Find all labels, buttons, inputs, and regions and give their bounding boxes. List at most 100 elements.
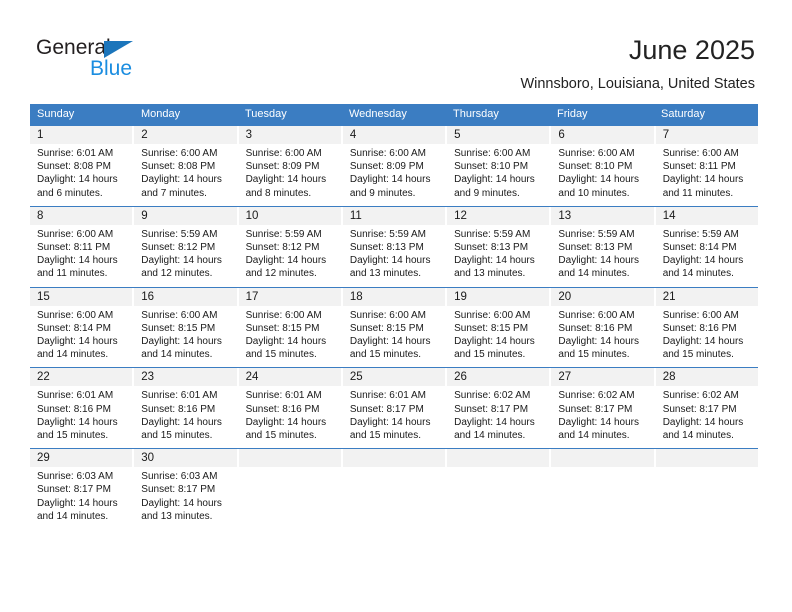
- daylight-text-line1: Daylight: 14 hours: [454, 416, 535, 428]
- calendar-day-cell[interactable]: 24 Sunrise: 6:01 AM Sunset: 8:16 PM Dayl…: [239, 368, 343, 449]
- day-number: 2: [141, 129, 148, 141]
- day-header-saturday: Saturday: [661, 108, 706, 120]
- daylight-text-line2: and 15 minutes.: [141, 430, 213, 442]
- calendar-day-cell[interactable]: 12 Sunrise: 5:59 AM Sunset: 8:13 PM Dayl…: [447, 206, 552, 287]
- calendar-day-cell[interactable]: 28 Sunrise: 6:02 AM Sunset: 8:17 PM Dayl…: [656, 368, 758, 448]
- sunset-text: Sunset: 8:09 PM: [245, 161, 320, 173]
- calendar-day-cell[interactable]: 23 Sunrise: 6:01 AM Sunset: 8:16 PM Dayl…: [134, 368, 239, 449]
- calendar-day-cell[interactable]: 17 Sunrise: 6:00 AM Sunset: 8:15 PM Dayl…: [239, 287, 343, 368]
- sunrise-text: Sunrise: 6:01 AM: [349, 390, 426, 402]
- calendar-day-cell[interactable]: 20 Sunrise: 6:00 AM Sunset: 8:16 PM Dayl…: [551, 287, 656, 368]
- daylight-text-line2: and 10 minutes.: [558, 187, 630, 199]
- day-number: 14: [662, 209, 676, 222]
- sunrise-text: Sunrise: 6:00 AM: [141, 148, 218, 159]
- calendar-day-cell[interactable]: 6 Sunrise: 6:00 AM Sunset: 8:10 PM Dayli…: [551, 126, 656, 206]
- sunset-text: Sunset: 8:12 PM: [245, 242, 320, 254]
- sunset-text: Sunset: 8:15 PM: [454, 322, 529, 334]
- daylight-text-line1: Daylight: 14 hours: [141, 255, 222, 267]
- day-info: Sunrise: 6:00 AM Sunset: 8:11 PM Dayligh…: [30, 225, 132, 287]
- sunrise-text: Sunrise: 6:00 AM: [37, 228, 114, 240]
- day-number: 25: [349, 371, 363, 384]
- calendar-day-cell[interactable]: 1 Sunrise: 6:01 AM Sunset: 8:08 PM Dayli…: [30, 126, 135, 206]
- daylight-text-line1: Daylight: 14 hours: [245, 174, 327, 186]
- day-header-friday: Friday: [557, 108, 588, 120]
- calendar-day-cell[interactable]: 11 Sunrise: 5:59 AM Sunset: 8:13 PM Dayl…: [343, 206, 448, 287]
- daylight-text-line2: and 15 minutes.: [558, 349, 630, 361]
- sunset-text: Sunset: 8:14 PM: [37, 322, 111, 334]
- daylight-text-line2: and 11 minutes.: [37, 268, 108, 280]
- daylight-text-line2: and 7 minutes.: [141, 187, 207, 199]
- day-number: 21: [662, 290, 676, 303]
- daylight-text-line1: Daylight: 14 hours: [245, 416, 327, 428]
- day-info: Sunrise: 6:00 AM Sunset: 8:11 PM Dayligh…: [656, 144, 758, 206]
- calendar-day-cell[interactable]: 15 Sunrise: 6:00 AM Sunset: 8:14 PM Dayl…: [30, 287, 135, 368]
- daylight-text-line2: and 15 minutes.: [454, 349, 526, 361]
- daylight-text-line1: Daylight: 14 hours: [37, 174, 118, 186]
- calendar-week-row: 8 Sunrise: 6:00 AM Sunset: 8:11 PM Dayli…: [30, 205, 758, 287]
- calendar-day-cell[interactable]: 18 Sunrise: 6:00 AM Sunset: 8:15 PM Dayl…: [343, 287, 448, 368]
- daylight-text-line2: and 15 minutes.: [37, 430, 109, 442]
- day-header-thursday: Thursday: [453, 108, 499, 120]
- sunrise-text: Sunrise: 6:00 AM: [141, 309, 218, 321]
- day-number: 13: [558, 209, 572, 222]
- sunset-text: Sunset: 8:17 PM: [141, 484, 216, 496]
- sunset-text: Sunset: 8:16 PM: [662, 322, 737, 334]
- daylight-text-line1: Daylight: 14 hours: [662, 336, 744, 348]
- day-info: Sunrise: 6:00 AM Sunset: 8:14 PM Dayligh…: [30, 306, 132, 368]
- calendar-day-cell[interactable]: 9 Sunrise: 5:59 AM Sunset: 8:12 PM Dayli…: [134, 206, 239, 287]
- day-number: 3: [245, 129, 252, 141]
- daylight-text-line2: and 12 minutes.: [141, 268, 213, 280]
- sunset-text: Sunset: 8:12 PM: [141, 242, 216, 254]
- day-info: Sunrise: 6:01 AM Sunset: 8:17 PM Dayligh…: [343, 386, 445, 448]
- sunrise-text: Sunrise: 6:02 AM: [662, 390, 739, 402]
- day-header-monday: Monday: [141, 108, 181, 120]
- calendar-day-cell[interactable]: 16 Sunrise: 6:00 AM Sunset: 8:15 PM Dayl…: [134, 287, 239, 368]
- daylight-text-line1: Daylight: 14 hours: [349, 255, 431, 267]
- calendar-day-cell[interactable]: 14 Sunrise: 5:59 AM Sunset: 8:14 PM Dayl…: [656, 207, 758, 287]
- general-blue-logo[interactable]: General Blue: [36, 36, 216, 86]
- day-info: Sunrise: 6:00 AM Sunset: 8:16 PM Dayligh…: [551, 306, 653, 368]
- day-header-wednesday: Wednesday: [349, 108, 407, 120]
- sunrise-text: Sunrise: 6:02 AM: [558, 390, 635, 402]
- calendar-week-row: 1 Sunrise: 6:01 AM Sunset: 8:08 PM Dayli…: [30, 125, 758, 206]
- day-info: Sunrise: 6:03 AM Sunset: 8:17 PM Dayligh…: [134, 467, 236, 529]
- calendar-day-cell[interactable]: 2 Sunrise: 6:00 AM Sunset: 8:08 PM Dayli…: [134, 126, 239, 206]
- sunset-text: Sunset: 8:17 PM: [558, 403, 633, 415]
- daylight-text-line1: Daylight: 14 hours: [37, 497, 118, 509]
- calendar-day-cell[interactable]: 4 Sunrise: 6:00 AM Sunset: 8:09 PM Dayli…: [343, 126, 448, 206]
- calendar-day-cell[interactable]: 25 Sunrise: 6:01 AM Sunset: 8:17 PM Dayl…: [343, 368, 448, 449]
- sunrise-text: Sunrise: 6:00 AM: [454, 148, 531, 159]
- daylight-text-line2: and 15 minutes.: [349, 430, 422, 442]
- calendar-day-cell[interactable]: 29 Sunrise: 6:03 AM Sunset: 8:17 PM Dayl…: [30, 449, 135, 530]
- calendar-day-cell[interactable]: 3 Sunrise: 6:00 AM Sunset: 8:09 PM Dayli…: [239, 126, 343, 206]
- page-header: General Blue June 2025 Winnsboro, Louisi…: [0, 0, 792, 100]
- day-number: 12: [454, 209, 467, 222]
- day-info: Sunrise: 6:01 AM Sunset: 8:16 PM Dayligh…: [30, 386, 132, 448]
- calendar-day-cell[interactable]: 26 Sunrise: 6:02 AM Sunset: 8:17 PM Dayl…: [447, 368, 552, 449]
- calendar-day-cell[interactable]: 8 Sunrise: 6:00 AM Sunset: 8:11 PM Dayli…: [30, 206, 135, 287]
- day-number: 9: [141, 209, 148, 222]
- calendar-day-cell[interactable]: 19 Sunrise: 6:00 AM Sunset: 8:15 PM Dayl…: [447, 287, 552, 368]
- sunrise-text: Sunrise: 6:01 AM: [245, 390, 322, 402]
- calendar-day-cell[interactable]: 27 Sunrise: 6:02 AM Sunset: 8:17 PM Dayl…: [551, 368, 656, 449]
- calendar-day-cell[interactable]: 7 Sunrise: 6:00 AM Sunset: 8:11 PM Dayli…: [656, 126, 758, 206]
- daylight-text-line1: Daylight: 14 hours: [349, 174, 431, 186]
- calendar-day-cell[interactable]: 5 Sunrise: 6:00 AM Sunset: 8:10 PM Dayli…: [447, 126, 552, 206]
- sunrise-text: Sunrise: 6:00 AM: [349, 148, 426, 159]
- calendar-day-cell[interactable]: 10 Sunrise: 5:59 AM Sunset: 8:12 PM Dayl…: [239, 206, 343, 287]
- calendar-day-cell[interactable]: 22 Sunrise: 6:01 AM Sunset: 8:16 PM Dayl…: [30, 368, 135, 449]
- calendar-day-cell[interactable]: 30 Sunrise: 6:03 AM Sunset: 8:17 PM Dayl…: [134, 449, 239, 530]
- day-number: 26: [454, 371, 467, 384]
- sunset-text: Sunset: 8:17 PM: [37, 484, 111, 496]
- daylight-text-line2: and 14 minutes.: [662, 430, 734, 442]
- day-number: 18: [349, 290, 363, 303]
- sunset-text: Sunset: 8:16 PM: [141, 403, 216, 415]
- daylight-text-line2: and 9 minutes.: [454, 187, 520, 199]
- day-info: Sunrise: 5:59 AM Sunset: 8:12 PM Dayligh…: [134, 225, 236, 287]
- sunrise-text: Sunrise: 6:03 AM: [141, 471, 218, 483]
- calendar-day-cell[interactable]: 13 Sunrise: 5:59 AM Sunset: 8:13 PM Dayl…: [551, 206, 656, 287]
- daylight-text-line1: Daylight: 14 hours: [245, 336, 327, 348]
- daylight-text-line2: and 14 minutes.: [37, 349, 109, 361]
- calendar-day-cell[interactable]: 21 Sunrise: 6:00 AM Sunset: 8:16 PM Dayl…: [656, 288, 758, 368]
- daylight-text-line2: and 14 minutes.: [662, 268, 734, 280]
